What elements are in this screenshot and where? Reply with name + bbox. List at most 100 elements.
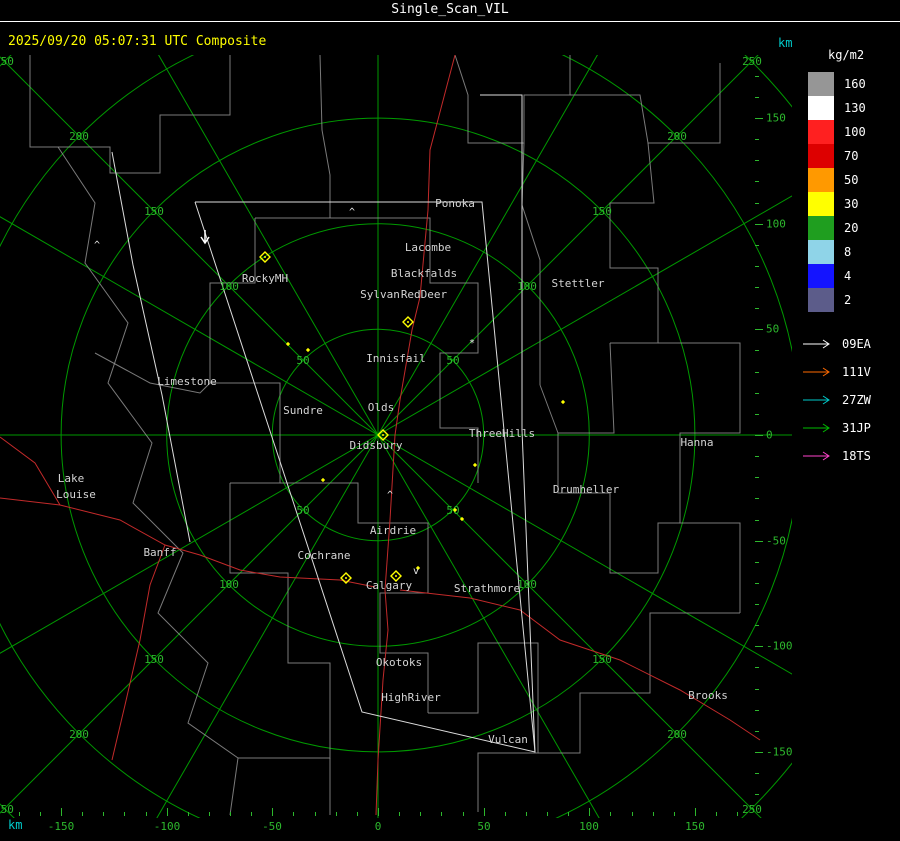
track-id-label: 27ZW <box>842 393 871 407</box>
legend-color-swatch <box>808 264 834 288</box>
axis-tick-label: -150 <box>47 820 75 833</box>
axis-tick-label: 0 <box>766 428 773 442</box>
window-title: Single_Scan_VIL <box>0 0 900 22</box>
boundary-line <box>538 612 740 754</box>
track-arrow-icon <box>803 339 830 349</box>
axis-tick <box>357 812 358 816</box>
legend-color-scale: 160 130 100 70 50 30 20 8 4 2 <box>808 72 900 312</box>
ring-distance-label: 250 <box>0 55 14 68</box>
axis-tick <box>40 812 41 816</box>
axis-tick <box>568 812 569 816</box>
place-label: Vulcan <box>488 733 528 746</box>
track-id-label: 31JP <box>842 421 871 435</box>
legend-color-swatch <box>808 120 834 144</box>
legend-color-swatch <box>808 240 834 264</box>
ring-distance-label: 50 <box>296 504 309 517</box>
place-label: Innisfail <box>366 352 426 365</box>
track-id-label: 18TS <box>842 449 871 463</box>
axis-tick <box>755 794 759 795</box>
axis-tick <box>755 224 763 225</box>
legend-level-value: 30 <box>844 197 859 211</box>
track-legend-entry: 18TS <box>802 442 900 470</box>
storm-marker-dot <box>345 577 347 579</box>
place-label: Strathmore <box>454 582 520 595</box>
legend-level-value: 70 <box>844 149 859 163</box>
axis-tick <box>653 812 654 816</box>
axis-tick <box>272 808 273 816</box>
cell-marker <box>560 399 566 405</box>
legend-level-value: 4 <box>844 269 852 283</box>
place-label: Blackfalds <box>391 267 457 280</box>
track-arrow-icon <box>803 423 830 433</box>
track-id-label: 111V <box>842 365 871 379</box>
axis-tick <box>755 435 763 436</box>
axis-tick <box>755 372 759 373</box>
cell-marker <box>472 462 478 468</box>
ring-distance-label: 200 <box>667 130 687 143</box>
storm-marker-dot <box>407 321 409 323</box>
track-legend-entry: 31JP <box>802 414 900 442</box>
axis-tick <box>484 808 485 816</box>
axis-tick-label: 0 <box>374 820 382 833</box>
cell-marker <box>285 341 291 347</box>
legend-level: 160 <box>808 72 900 96</box>
symbol-marker: * <box>469 338 475 349</box>
boundary-line <box>229 483 331 759</box>
place-label: ThreeHills <box>469 427 535 440</box>
track-arrow-icon <box>803 367 830 377</box>
place-label: Sundre <box>283 404 323 417</box>
storm-marker-dot <box>395 575 397 577</box>
axis-tick <box>755 245 759 246</box>
axis-tick <box>755 76 759 77</box>
axis-tick <box>755 520 759 521</box>
axis-tick <box>547 812 548 816</box>
legend-level-value: 50 <box>844 173 859 187</box>
axis-tick-label: -50 <box>766 534 786 548</box>
legend-level-value: 160 <box>844 77 866 91</box>
axis-tick <box>589 808 590 816</box>
axis-tick <box>755 97 759 98</box>
place-label: Brooks <box>688 689 728 702</box>
place-label: Drumheller <box>553 483 620 496</box>
radar-map: 50 50 50 50 100 100 100 100 150 150 150 150 200 200 20… <box>0 55 792 818</box>
legend-level: 50 <box>808 168 900 192</box>
storm-marker-dot <box>382 434 384 436</box>
axis-tick <box>146 812 147 816</box>
legend-color-swatch <box>808 288 834 312</box>
place-label: Ponoka <box>435 197 475 210</box>
axis-tick <box>695 808 696 816</box>
axis-tick <box>755 139 759 140</box>
bottom-axis: -150 -100 -50 0 50 100 150 <box>0 808 756 841</box>
symbol-marker: ^ <box>94 240 100 251</box>
boundary-line <box>539 384 559 434</box>
ring-distance-label: 50 <box>296 354 309 367</box>
axis-tick <box>755 414 759 415</box>
storm-marker-dot <box>264 256 266 258</box>
cell-marker <box>305 347 311 353</box>
axis-tick <box>755 456 759 457</box>
axis-tick <box>209 812 210 816</box>
ring-distance-label: 150 <box>144 205 164 218</box>
ring-distance-label: 150 <box>592 653 612 666</box>
axis-tick <box>755 667 759 668</box>
track-arrow-icon <box>803 451 830 461</box>
axis-tick-label: 50 <box>477 820 491 833</box>
track-arrow-icon <box>803 395 830 405</box>
place-label: HighRiver <box>381 691 441 704</box>
ring-distance-label: 150 <box>144 653 164 666</box>
legend-level: 100 <box>808 120 900 144</box>
axis-tick <box>82 812 83 816</box>
road-line <box>0 497 376 588</box>
axis-tick <box>755 604 759 605</box>
coverage-outline <box>480 94 536 753</box>
axis-tick-label: -100 <box>153 820 181 833</box>
axis-tick <box>674 812 675 816</box>
axis-tick-label: 100 <box>579 820 599 833</box>
axis-tick <box>441 812 442 816</box>
track-legend-entry: 111V <box>802 358 900 386</box>
axis-tick <box>61 808 62 816</box>
legend-level: 2 <box>808 288 900 312</box>
axis-tick <box>755 562 759 563</box>
place-label: Cochrane <box>298 549 351 562</box>
legend-color-swatch <box>808 216 834 240</box>
